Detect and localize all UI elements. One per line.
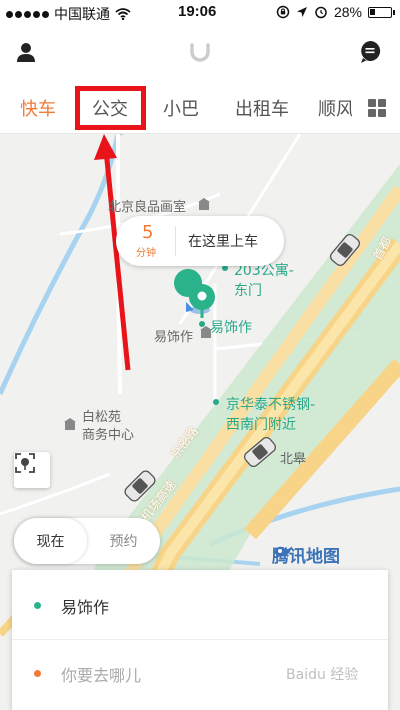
- baidu-watermark: Baidu 经验: [286, 667, 359, 683]
- map-label-yishizuo-green: 易饰作: [210, 320, 252, 336]
- pickup-eta-bubble[interactable]: 5 分钟 在这里上车: [116, 216, 284, 266]
- pickup-here-label: 在这里上车: [188, 234, 258, 250]
- destination-input[interactable]: 你要去哪儿: [61, 662, 141, 686]
- tab-minibus[interactable]: 小巴: [163, 95, 199, 121]
- locate-me-button[interactable]: [14, 452, 50, 488]
- poi-dot: [213, 399, 219, 405]
- map-label-beigao: 北皋: [280, 452, 307, 467]
- annotation-highlight-box: [75, 86, 146, 130]
- route-card: 易饰作 你要去哪儿: [12, 570, 388, 710]
- wifi-icon: [115, 8, 131, 20]
- tencent-maps-icon: [274, 546, 292, 556]
- origin-row[interactable]: 易饰作: [12, 572, 388, 640]
- bubble-divider: [175, 226, 176, 256]
- time-reserve-option[interactable]: 预约: [87, 518, 160, 564]
- locate-icon: [15, 453, 35, 473]
- poi-dot: [199, 321, 205, 327]
- map-view[interactable]: 北京良品画室 203公寓- 东门 易饰作 易饰作 京华泰不锈钢- 西南门附近 白…: [0, 134, 400, 710]
- origin-text: 易饰作: [61, 598, 110, 617]
- user-profile-icon[interactable]: [12, 38, 40, 66]
- eta-minutes: 5: [142, 222, 154, 243]
- time-now-option[interactable]: 现在: [14, 518, 87, 564]
- ride-time-selector: 现在 预约: [14, 518, 160, 564]
- map-label-baisongyuan: 白松苑: [82, 410, 122, 425]
- more-services-icon[interactable]: [368, 99, 386, 117]
- tab-hitch[interactable]: 顺风: [318, 95, 352, 121]
- rotation-lock-icon: [276, 5, 290, 19]
- carrier-name: 中国联通: [54, 6, 110, 22]
- map-label-yishizuo: 易饰作: [154, 330, 194, 345]
- app-header: [0, 26, 400, 82]
- tab-taxi[interactable]: 出租车: [235, 95, 289, 121]
- service-tabs: 快车 公交 小巴 出租车 顺风: [0, 82, 400, 134]
- map-label-jinghua-gate: 西南门附近: [226, 417, 296, 433]
- map-label-jinghua: 京华泰不锈钢-: [226, 397, 316, 413]
- poi-building-icon: [64, 418, 76, 430]
- eta-unit: 分钟: [136, 248, 156, 259]
- signal-icon: [6, 10, 49, 18]
- alarm-icon: [315, 6, 327, 19]
- battery-icon: [368, 6, 395, 18]
- map-label-business-center: 商务中心: [82, 428, 135, 443]
- status-bar: 中国联通 19:06 28%: [0, 0, 400, 26]
- map-label-apartment-gate: 东门: [234, 283, 262, 299]
- status-time: 19:06: [178, 3, 217, 20]
- message-icon[interactable]: [356, 38, 384, 66]
- didi-logo-icon: [186, 38, 214, 66]
- map-provider-logo: 腾讯地图: [272, 542, 340, 567]
- map-label-north: 北京良品画室: [108, 200, 187, 215]
- tab-express[interactable]: 快车: [20, 95, 56, 121]
- origin-dot-icon: [34, 602, 41, 609]
- location-arrow-icon: [296, 7, 307, 17]
- destination-dot-icon: [34, 670, 41, 677]
- battery-percent: 28%: [333, 4, 362, 20]
